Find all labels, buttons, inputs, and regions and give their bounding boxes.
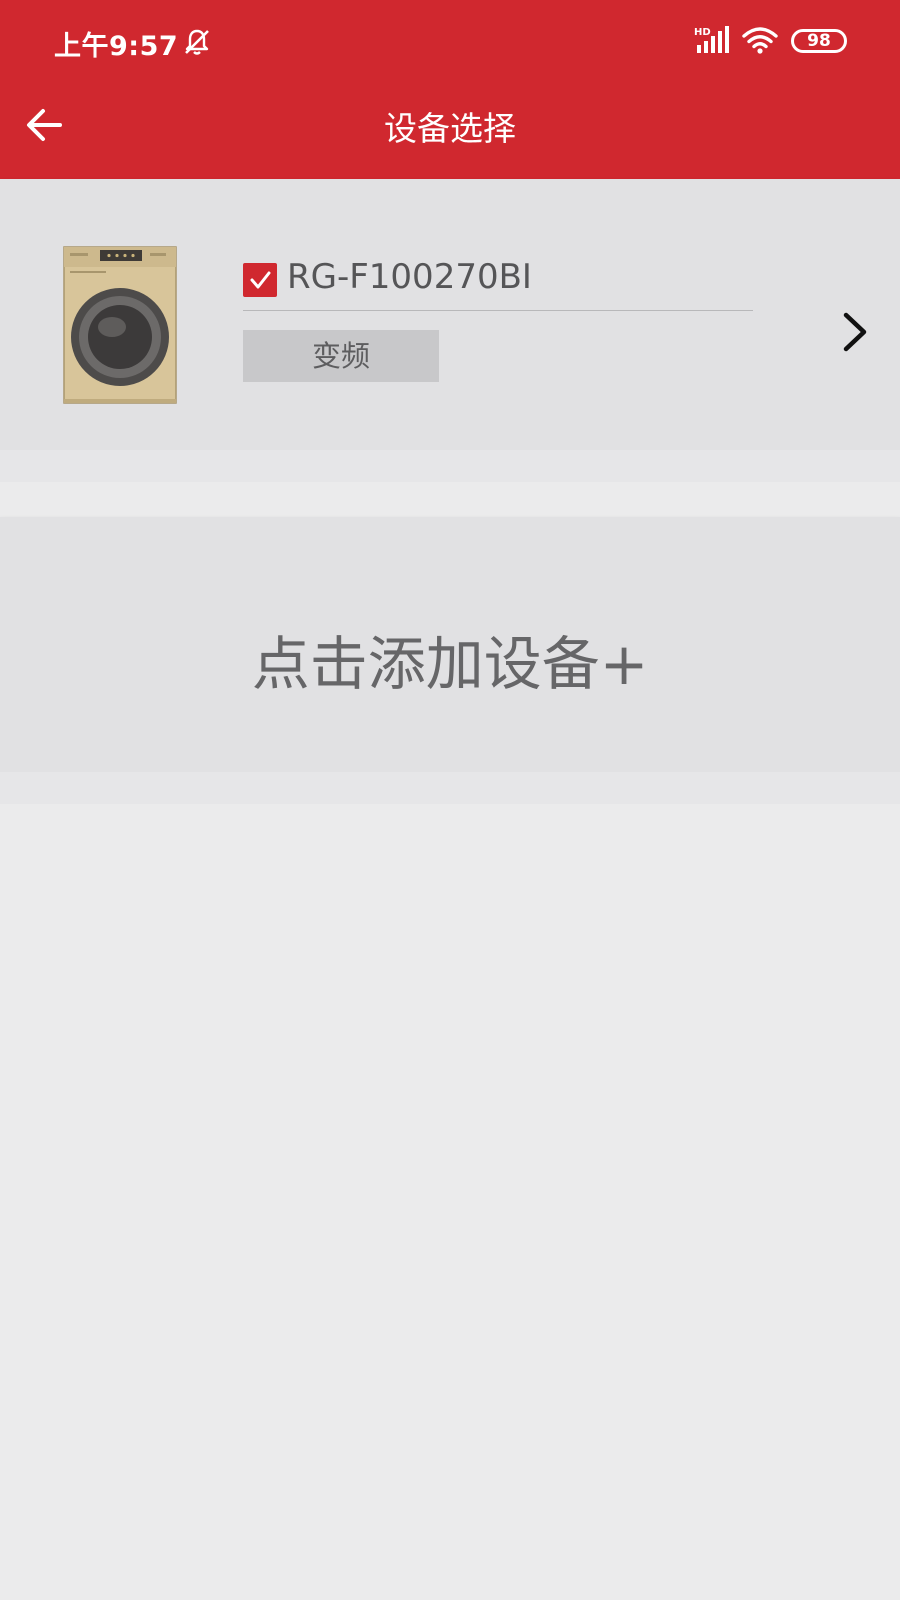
status-bar: 上午9:57 HD 98 [0,0,900,82]
device-model-name: RG-F100270BI [287,257,532,297]
page-title: 设备选择 [384,109,516,148]
checkbox-checked-icon[interactable] [243,263,277,297]
cellular-signal-icon: HD [694,26,729,53]
bell-muted-icon [185,29,209,55]
title-bar: 设备选择 [0,82,900,179]
header: 上午9:57 HD 98 设备选择 [0,0,900,179]
wifi-icon [742,27,778,54]
washing-machine-image [63,246,177,404]
device-tag: 变频 [243,330,439,382]
divider [243,310,753,311]
divider-strip [0,772,900,804]
network-type-label: HD [694,27,711,38]
add-device-button[interactable]: 点击添加设备+ [0,517,900,772]
battery-indicator: 98 [791,29,847,53]
chevron-right-icon[interactable] [840,309,870,355]
add-device-label: 点击添加设备+ [251,630,649,698]
status-time: 上午9:57 [54,31,179,62]
app-root: 上午9:57 HD 98 设备选择 RG-F100270BI 变频 点击添加设备… [0,0,900,1600]
divider-strip [0,450,900,482]
device-list-item[interactable]: RG-F100270BI 变频 [0,179,900,450]
